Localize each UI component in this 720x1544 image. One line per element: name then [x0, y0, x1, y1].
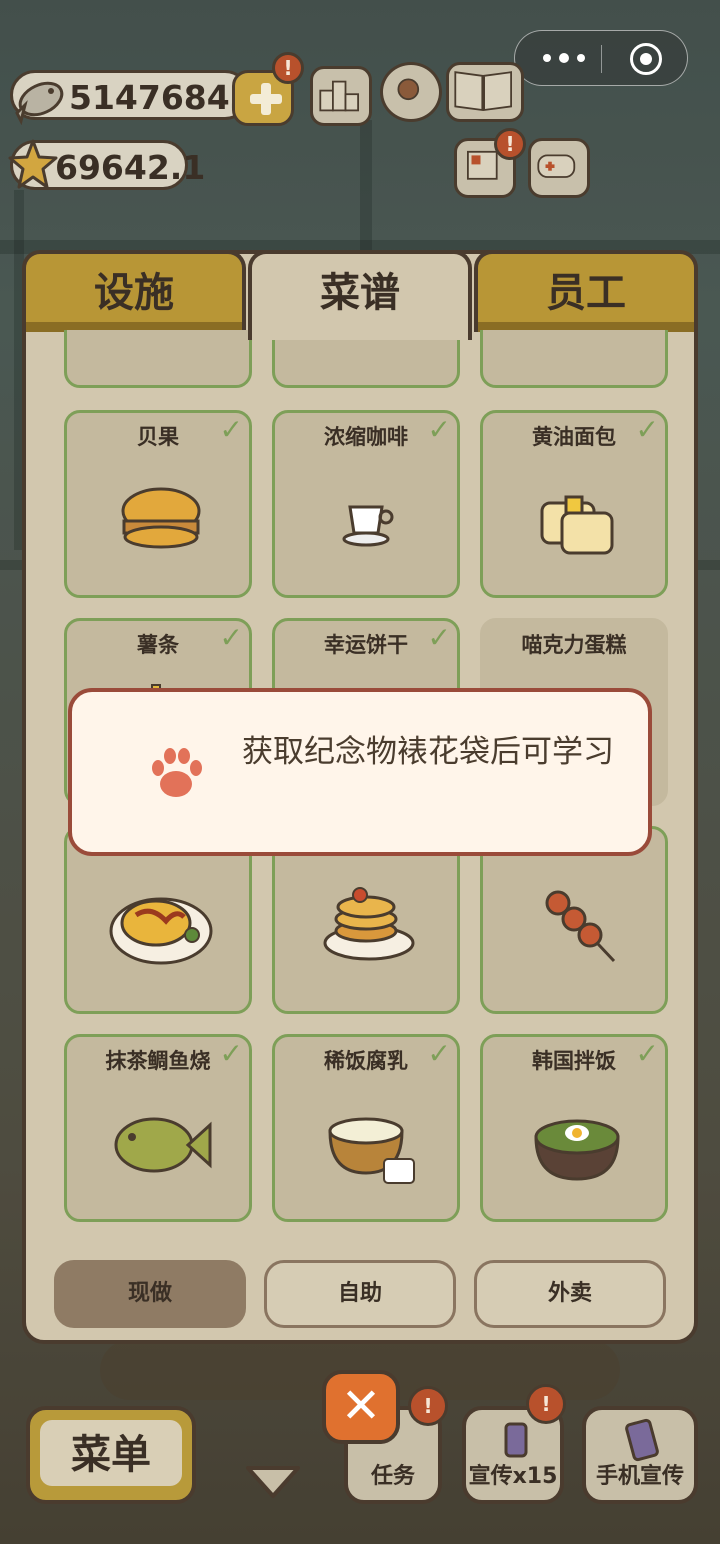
gamepad-icon[interactable]: [528, 138, 590, 198]
checkmark-icon: ✓: [635, 413, 659, 446]
recipe-card-bibimbap[interactable]: 韩国拌饭 ✓: [480, 1034, 668, 1222]
tasks-label: 任务: [370, 1464, 415, 1489]
filter-self-service-button[interactable]: 自助: [264, 1260, 456, 1328]
pancake-icon: [323, 887, 415, 961]
checkmark-icon: ✓: [219, 1037, 243, 1070]
recipe-card-espresso[interactable]: 浓缩咖啡 ✓: [272, 410, 460, 598]
tab-staff[interactable]: 员工: [474, 250, 698, 332]
recipe-card-bagel[interactable]: 贝果 ✓: [64, 410, 252, 598]
taiyaki-icon: [114, 1117, 212, 1173]
tab-facilities[interactable]: 设施: [22, 250, 246, 332]
recipe-card-taiyaki[interactable]: 抹茶鲷鱼烧 ✓: [64, 1034, 252, 1222]
more-menu-icon[interactable]: [541, 49, 601, 69]
recipe-card[interactable]: [64, 330, 252, 388]
recipe-card[interactable]: [480, 330, 668, 388]
leaderboard-icon[interactable]: [310, 66, 372, 126]
phone-icon: [504, 1422, 528, 1458]
recipe-book-icon[interactable]: [446, 62, 524, 122]
unlock-hint-toast: 获取纪念物裱花袋后可学习: [68, 688, 652, 856]
fish-coin-counter: 51476843: [10, 70, 253, 125]
butter-toast-icon: [540, 495, 614, 555]
toast-message: 获取纪念物裱花袋后可学习: [242, 734, 614, 770]
tab-recipes[interactable]: 菜谱: [248, 250, 472, 340]
filter-takeout-button[interactable]: 外卖: [474, 1260, 666, 1328]
close-panel-button[interactable]: ✕: [322, 1370, 400, 1444]
paw-icon: [152, 748, 202, 797]
omelette-rice-icon: [109, 897, 213, 965]
close-miniprogram-icon[interactable]: [630, 43, 662, 75]
espresso-cup-icon: [342, 505, 394, 547]
bagel-icon: [121, 487, 201, 549]
bibimbap-icon: [534, 1119, 620, 1181]
phone-promote-label: 手机宣传: [595, 1464, 684, 1489]
fish-coin-value: 51476843: [69, 78, 253, 117]
checkmark-icon: ✓: [427, 1037, 451, 1070]
recipe-card-congee[interactable]: 稀饭腐乳 ✓: [272, 1034, 460, 1222]
phone-promote-button[interactable]: 手机宣传: [582, 1406, 698, 1504]
alert-badge: !: [494, 128, 526, 160]
checkmark-icon: ✓: [427, 413, 451, 446]
star-icon: [8, 139, 58, 189]
checkmark-icon: ✓: [635, 1037, 659, 1070]
menu-label: 菜单: [40, 1420, 182, 1486]
alert-badge: !: [272, 52, 304, 84]
skewer-icon: [545, 890, 616, 963]
chevron-down-icon[interactable]: [244, 1462, 302, 1502]
star-counter: 69642.1: [8, 139, 205, 190]
recipe-card-butter-toast[interactable]: 黄油面包 ✓: [480, 410, 668, 598]
phone-icon: [625, 1418, 659, 1462]
checkmark-icon: ✓: [219, 413, 243, 446]
congee-icon: [328, 1117, 415, 1184]
star-value: 69642.1: [55, 148, 206, 187]
promote-label: 宣传x15: [468, 1464, 558, 1489]
recipe-name: 喵克力蛋糕: [521, 633, 627, 657]
settings-gear-icon[interactable]: [380, 62, 442, 122]
miniprogram-capsule: [514, 30, 688, 86]
fish-icon: [15, 81, 64, 125]
filter-made-to-order-button[interactable]: 现做: [54, 1260, 246, 1328]
checkmark-icon: ✓: [427, 621, 451, 654]
alert-badge: !: [526, 1384, 566, 1424]
menu-button[interactable]: 菜单: [26, 1406, 196, 1504]
checkmark-icon: ✓: [219, 621, 243, 654]
alert-badge: !: [408, 1386, 448, 1426]
